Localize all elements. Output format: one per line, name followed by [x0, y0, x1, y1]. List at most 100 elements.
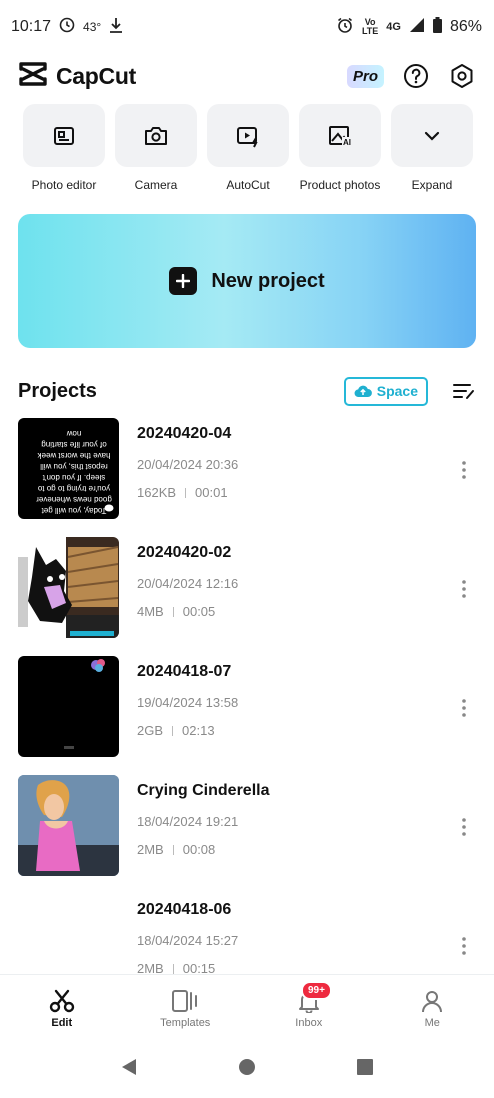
recents-button[interactable] — [356, 1058, 374, 1081]
templates-icon — [172, 990, 198, 1012]
project-duration: 00:05 — [182, 604, 216, 619]
quick-tools: Photo editor Camera AutoCut AI Product p… — [22, 104, 474, 192]
gear-icon — [451, 64, 473, 88]
nav-me[interactable]: Me — [371, 975, 494, 1040]
tool-product-photos[interactable]: AI Product photos — [298, 104, 382, 192]
project-duration: 00:08 — [182, 842, 216, 857]
photo-editor-icon — [23, 104, 105, 167]
project-date: 19/04/2024 13:58 — [137, 695, 239, 710]
camera-icon — [115, 104, 197, 167]
tool-autocut[interactable]: AutoCut — [206, 104, 290, 192]
help-button[interactable] — [402, 62, 430, 90]
network-type: 4G — [386, 21, 401, 33]
project-size: 162KB — [137, 485, 177, 500]
project-name: 20240418-07 — [137, 663, 232, 680]
plus-icon — [169, 267, 198, 295]
tool-label: AutoCut — [226, 178, 270, 192]
volte-bottom: LTE — [361, 26, 379, 36]
project-item[interactable]: Crying Cinderella 18/04/2024 19:21 2MB 0… — [18, 775, 476, 894]
volte-indicator: Vo LTE — [362, 18, 378, 36]
project-date: 18/04/2024 15:27 — [137, 933, 239, 948]
project-thumbnail — [18, 894, 119, 974]
more-options-button[interactable] — [452, 934, 476, 958]
tool-camera[interactable]: Camera — [114, 104, 198, 192]
product-photos-icon: AI — [299, 104, 381, 167]
header-actions: Pro — [346, 62, 476, 90]
more-options-button[interactable] — [452, 696, 476, 720]
scissors-icon — [49, 989, 74, 1013]
tool-label: Photo editor — [31, 178, 97, 192]
tool-label: Product photos — [299, 178, 381, 192]
new-project-button[interactable]: New project — [18, 214, 476, 348]
project-date: 20/04/2024 12:16 — [137, 576, 239, 591]
project-item[interactable]: Today, you will get good news whenever y… — [18, 418, 476, 537]
status-right: Vo LTE 4G 86% — [336, 16, 482, 39]
more-options-button[interactable] — [452, 458, 476, 482]
project-meta: 2MB 00:15 — [137, 961, 238, 974]
person-icon — [422, 991, 443, 1013]
project-item[interactable]: 20240418-07 19/04/2024 13:58 2GB 02:13 — [18, 656, 476, 775]
tool-expand[interactable]: Expand — [390, 104, 474, 192]
project-duration: 00:15 — [182, 961, 216, 974]
settings-button[interactable] — [448, 62, 476, 90]
project-thumbnail — [18, 656, 119, 757]
more-vertical-icon — [462, 937, 466, 955]
project-meta: 162KB 00:01 — [137, 485, 238, 500]
project-size: 2MB — [137, 961, 164, 974]
cloud-icon — [354, 385, 372, 398]
capcut-logo-icon — [18, 61, 48, 92]
project-name: 20240420-04 — [137, 425, 232, 442]
alarm-icon — [336, 16, 354, 39]
project-size: 2GB — [137, 723, 164, 738]
home-button[interactable] — [238, 1058, 256, 1081]
project-size: 4MB — [137, 604, 164, 619]
pro-button[interactable]: Pro — [346, 64, 384, 88]
projects-title: Projects — [18, 379, 97, 402]
project-meta: 4MB 00:05 — [137, 604, 238, 619]
back-button[interactable] — [120, 1057, 138, 1082]
new-project-label: New project — [211, 269, 325, 292]
thumbnail-text: Today, you will get good news whenever y… — [36, 429, 112, 515]
status-left: 10:17 43° — [11, 17, 123, 38]
nav-inbox[interactable]: Inbox 99+ — [247, 975, 371, 1040]
project-name: Crying Cinderella — [137, 782, 270, 799]
app-header: CapCut Pro — [0, 58, 494, 94]
status-bar: 10:17 43° Vo LTE 4G 86% — [0, 0, 494, 54]
project-date: 20/04/2024 20:36 — [137, 457, 239, 472]
app-logo: CapCut — [18, 61, 136, 92]
tool-photo-editor[interactable]: Photo editor — [22, 104, 106, 192]
nav-label: Edit — [51, 1017, 73, 1029]
sort-button[interactable] — [452, 379, 476, 403]
project-list: Today, you will get good news whenever y… — [18, 418, 476, 974]
sort-edit-icon — [453, 384, 474, 399]
back-triangle-icon — [122, 1058, 136, 1075]
project-item[interactable]: 20240420-02 20/04/2024 12:16 4MB 00:05 — [18, 537, 476, 656]
bottom-nav: Edit Templates Inbox 99+ Me — [0, 974, 494, 1040]
project-thumbnail: Today, you will get good news whenever y… — [18, 418, 119, 519]
nav-templates[interactable]: Templates — [124, 975, 248, 1040]
space-button[interactable]: Space — [343, 376, 428, 406]
project-duration: 02:13 — [182, 723, 215, 738]
more-options-button[interactable] — [452, 577, 476, 601]
system-nav-bar — [0, 1040, 494, 1098]
project-info: 20240418-06 18/04/2024 15:27 2MB 00:15 — [137, 894, 238, 974]
tool-label: Expand — [411, 178, 453, 192]
project-item[interactable]: 20240418-06 18/04/2024 15:27 2MB 00:15 — [18, 894, 476, 974]
project-info: Crying Cinderella 18/04/2024 19:21 2MB 0… — [137, 775, 269, 894]
nav-label: Templates — [160, 1017, 211, 1029]
project-size: 2MB — [137, 842, 164, 857]
project-meta: 2MB 00:08 — [137, 842, 269, 857]
project-meta: 2GB 02:13 — [137, 723, 238, 738]
more-options-button[interactable] — [452, 815, 476, 839]
meta-divider — [172, 606, 174, 617]
meta-divider — [185, 487, 187, 498]
app-name: CapCut — [56, 62, 136, 89]
nav-edit[interactable]: Edit — [0, 975, 124, 1040]
status-time: 10:17 — [11, 18, 52, 35]
help-icon — [404, 64, 428, 88]
nav-label: Inbox — [295, 1017, 323, 1029]
meta-divider — [172, 725, 174, 736]
status-temperature: 43° — [83, 20, 102, 34]
battery-icon — [432, 16, 442, 38]
more-vertical-icon — [462, 699, 466, 717]
